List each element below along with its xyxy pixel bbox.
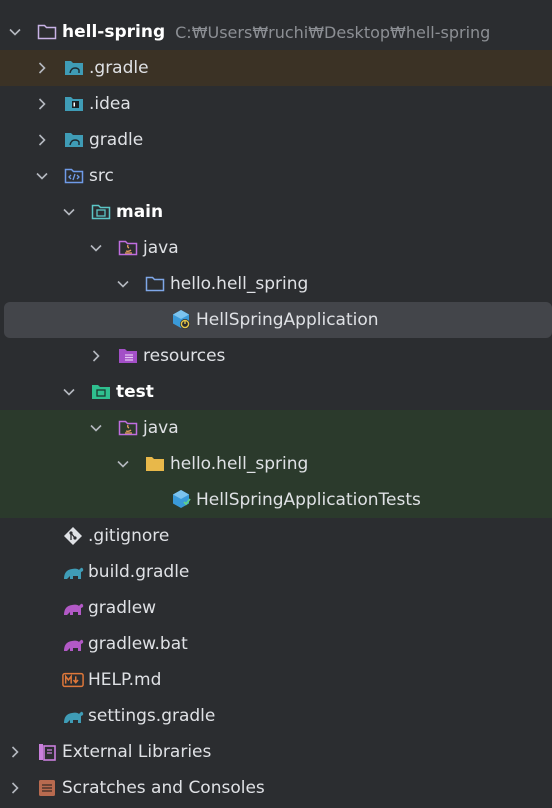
gradle-folder-icon bbox=[63, 57, 85, 79]
item-label: java bbox=[143, 418, 179, 438]
item-label: gradle bbox=[89, 130, 144, 150]
folder-icon bbox=[36, 21, 58, 43]
chevron-down-icon[interactable] bbox=[35, 169, 49, 183]
tree-row-help-md[interactable]: HELP.md bbox=[0, 662, 552, 698]
tree-row-gradlew[interactable]: gradlew bbox=[0, 590, 552, 626]
chevron-down-icon[interactable] bbox=[116, 457, 130, 471]
gradle-elephant-icon bbox=[62, 705, 84, 727]
tree-row-root[interactable]: hell-spring C:₩Users₩ruchi₩Desktop₩hell-… bbox=[0, 14, 552, 50]
chevron-down-icon[interactable] bbox=[116, 277, 130, 291]
item-label: java bbox=[143, 238, 179, 258]
item-label: settings.gradle bbox=[88, 706, 216, 726]
chevron-down-icon[interactable] bbox=[62, 385, 76, 399]
chevron-right-icon[interactable] bbox=[35, 97, 49, 111]
chevron-right-icon[interactable] bbox=[35, 61, 49, 75]
tree-row-package-main[interactable]: hello.hell_spring bbox=[0, 266, 552, 302]
tree-row-resources[interactable]: resources bbox=[0, 338, 552, 374]
tree-row-hellspringapplicationtests[interactable]: HellSpringApplicationTests bbox=[0, 482, 552, 518]
tree-row-gradlew-bat[interactable]: gradlew.bat bbox=[0, 626, 552, 662]
tree-row-java-main[interactable]: java bbox=[0, 230, 552, 266]
tree-row-dot-gradle[interactable]: .gradle bbox=[0, 50, 552, 86]
item-label: hello.hell_spring bbox=[170, 274, 309, 294]
item-label: HellSpringApplication bbox=[196, 310, 379, 330]
resources-folder-icon bbox=[117, 345, 139, 367]
item-label: .gradle bbox=[89, 58, 149, 78]
item-label: Scratches and Consoles bbox=[62, 778, 265, 798]
tree-row-gitignore[interactable]: .gitignore bbox=[0, 518, 552, 554]
root-path: C:₩Users₩ruchi₩Desktop₩hell-spring bbox=[175, 22, 491, 42]
tree-row-build-gradle[interactable]: build.gradle bbox=[0, 554, 552, 590]
item-label: resources bbox=[143, 346, 226, 366]
item-label: gradlew bbox=[88, 598, 157, 618]
test-module-folder-icon bbox=[90, 381, 112, 403]
source-folder-icon bbox=[63, 165, 85, 187]
chevron-right-icon[interactable] bbox=[89, 349, 103, 363]
tree-row-package-test[interactable]: hello.hell_spring bbox=[0, 446, 552, 482]
chevron-down-icon[interactable] bbox=[62, 205, 76, 219]
item-label: HellSpringApplicationTests bbox=[196, 490, 421, 510]
markdown-icon bbox=[62, 669, 84, 691]
item-label: .gitignore bbox=[88, 526, 170, 546]
chevron-right-icon[interactable] bbox=[8, 745, 22, 759]
tree-row-src[interactable]: src bbox=[0, 158, 552, 194]
module-folder-icon bbox=[90, 201, 112, 223]
gradle-folder-icon bbox=[63, 129, 85, 151]
idea-folder-icon bbox=[63, 93, 85, 115]
tree-row-idea[interactable]: .idea bbox=[0, 86, 552, 122]
item-label: main bbox=[116, 202, 164, 222]
package-folder-icon bbox=[144, 453, 166, 475]
item-label: build.gradle bbox=[88, 562, 190, 582]
gradle-wrapper-icon bbox=[62, 633, 84, 655]
tree-row-gradle[interactable]: gradle bbox=[0, 122, 552, 158]
scratches-icon bbox=[36, 777, 58, 799]
chevron-down-icon[interactable] bbox=[89, 241, 103, 255]
tree-row-scratches-consoles[interactable]: Scratches and Consoles bbox=[0, 770, 552, 806]
project-tree: hell-spring C:₩Users₩ruchi₩Desktop₩hell-… bbox=[0, 0, 552, 808]
package-folder-icon bbox=[144, 273, 166, 295]
tree-row-external-libraries[interactable]: External Libraries bbox=[0, 734, 552, 770]
item-label: test bbox=[116, 382, 154, 402]
item-label: hello.hell_spring bbox=[170, 454, 309, 474]
tree-row-settings-gradle[interactable]: settings.gradle bbox=[0, 698, 552, 734]
java-test-folder-icon bbox=[117, 417, 139, 439]
tree-row-hellspringapplication[interactable]: HellSpringApplication bbox=[4, 302, 552, 338]
chevron-down-icon[interactable] bbox=[8, 25, 22, 39]
java-source-folder-icon bbox=[117, 237, 139, 259]
tree-row-main[interactable]: main bbox=[0, 194, 552, 230]
chevron-down-icon[interactable] bbox=[89, 421, 103, 435]
item-label: .idea bbox=[89, 94, 131, 114]
item-label: HELP.md bbox=[88, 670, 162, 690]
test-class-icon bbox=[170, 489, 192, 511]
library-icon bbox=[36, 741, 58, 763]
gradle-wrapper-icon bbox=[62, 597, 84, 619]
spring-boot-class-icon bbox=[170, 309, 192, 331]
chevron-right-icon[interactable] bbox=[35, 133, 49, 147]
item-label: gradlew.bat bbox=[88, 634, 188, 654]
git-file-icon bbox=[62, 525, 84, 547]
item-label: External Libraries bbox=[62, 742, 212, 762]
tree-row-java-test[interactable]: java bbox=[0, 410, 552, 446]
tree-row-test[interactable]: test bbox=[0, 374, 552, 410]
chevron-right-icon[interactable] bbox=[8, 781, 22, 795]
root-label: hell-spring bbox=[62, 22, 166, 42]
gradle-elephant-icon bbox=[62, 561, 84, 583]
item-label: src bbox=[89, 166, 114, 186]
